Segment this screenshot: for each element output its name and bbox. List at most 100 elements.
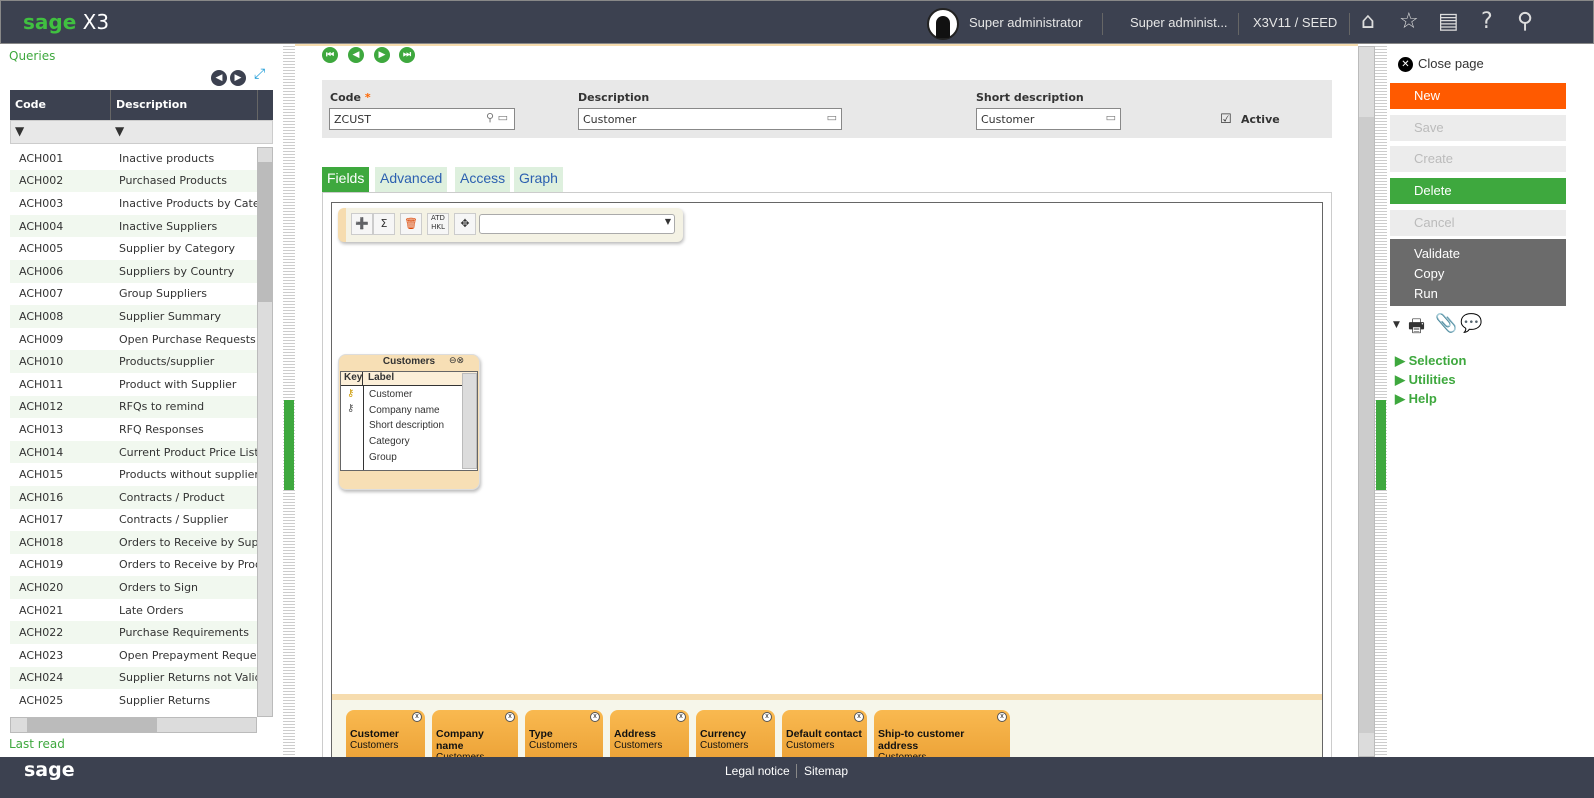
entity-field[interactable]: Short description [369, 420, 444, 436]
tab-graph[interactable]: Graph [514, 167, 563, 192]
table-row[interactable]: ACH013 RFQ Responses [10, 418, 257, 441]
entity-field[interactable]: Company name [369, 405, 444, 421]
next-page-icon[interactable]: ▶ [230, 70, 246, 86]
comment-icon[interactable]: 💬 [1460, 313, 1482, 334]
copy-button[interactable]: Copy [1414, 264, 1542, 284]
short-description-field[interactable]: Customer ▭ [976, 108, 1121, 130]
column-code[interactable]: Code [10, 90, 110, 120]
last-record-icon[interactable]: ⏭ [399, 47, 415, 63]
table-row[interactable]: ACH010 Products/supplier [10, 350, 257, 373]
table-row[interactable]: ACH011 Product with Supplier [10, 373, 257, 396]
entity-field[interactable]: Customer [369, 389, 444, 405]
table-row[interactable]: ACH016 Contracts / Product [10, 485, 257, 509]
help-section[interactable]: ▶ Help [1395, 391, 1437, 407]
collapse-left-handle[interactable] [284, 400, 294, 490]
table-row[interactable]: ACH025 Supplier Returns [10, 689, 257, 712]
field-chip[interactable]: x Type Customers [525, 710, 603, 757]
folder-selector[interactable]: X3V11 / SEED [1253, 15, 1337, 30]
table-row[interactable]: ACH001 Inactive products [10, 147, 257, 170]
star-icon[interactable]: ☆ [1399, 9, 1419, 34]
first-record-icon[interactable]: ⏮ [322, 47, 338, 63]
remove-icon[interactable]: x [854, 712, 864, 722]
help-icon[interactable]: ? [1481, 9, 1493, 34]
delete-button[interactable]: Delete [1390, 178, 1566, 204]
tab-access[interactable]: Access [455, 167, 511, 192]
table-row[interactable]: ACH019 Orders to Receive by Product [10, 554, 257, 577]
add-field-icon[interactable]: ➕ [351, 213, 373, 235]
description-field[interactable]: Customer ▭ [578, 108, 842, 130]
field-chip[interactable]: xCompany nameCustomers [432, 710, 518, 763]
preview-icon[interactable]: ATD HKL [427, 213, 449, 235]
table-row[interactable]: ACH009 Open Purchase Requests [10, 328, 257, 351]
entity-field[interactable]: Category [369, 436, 444, 452]
add-formula-icon[interactable]: Σ [373, 213, 395, 235]
filter-icon[interactable]: ▼ [15, 124, 24, 138]
home-icon[interactable]: ⌂ [1361, 9, 1375, 34]
search-icon[interactable]: ⚲ [1517, 9, 1533, 34]
delete-icon[interactable]: 🗑 [400, 213, 422, 235]
horizontal-scrollbar[interactable] [10, 717, 257, 733]
entity-scrollbar[interactable] [462, 373, 477, 469]
field-chip[interactable]: x Currency Customers [696, 710, 775, 757]
create-button[interactable]: Create [1390, 146, 1566, 172]
collapse-right-handle[interactable] [1376, 400, 1386, 490]
save-button[interactable]: Save [1390, 115, 1566, 141]
active-checkbox[interactable]: ☑ [1220, 112, 1232, 127]
main-scrollbar[interactable] [1358, 46, 1375, 757]
remove-icon[interactable]: x [412, 712, 422, 722]
code-field[interactable]: ZCUST ⚲ ▭ [329, 108, 515, 130]
remove-icon[interactable]: x [997, 712, 1007, 722]
table-row[interactable]: ACH012 RFQs to remind [10, 395, 257, 419]
table-row[interactable]: ACH005 Supplier by Category [10, 237, 257, 260]
table-row[interactable]: ACH017 Contracts / Supplier [10, 509, 257, 532]
remove-icon[interactable]: x [590, 712, 600, 722]
expand-icon[interactable]: ⤢ [254, 66, 265, 82]
table-row[interactable]: ACH003 Inactive Products by Category [10, 192, 257, 215]
new-button[interactable]: New [1390, 83, 1566, 109]
field-chip[interactable]: x Default contact Customers [782, 710, 867, 757]
role-selector[interactable]: Super administ... [1130, 15, 1228, 30]
tab-advanced[interactable]: Advanced [375, 167, 448, 192]
table-row[interactable]: ACH007 Group Suppliers [10, 283, 257, 306]
table-row[interactable]: ACH021 Late Orders [10, 599, 257, 622]
table-row[interactable]: ACH023 Open Prepayment Requests [10, 644, 257, 667]
legal-notice-link[interactable]: Legal notice [725, 764, 790, 778]
table-row[interactable]: ACH004 Inactive Suppliers [10, 214, 257, 238]
avatar-icon[interactable] [927, 8, 959, 40]
prev-page-icon[interactable]: ◀ [211, 70, 227, 86]
user-name[interactable]: Super administrator [969, 15, 1082, 30]
next-record-icon[interactable]: ▶ [374, 47, 390, 63]
selection-section[interactable]: ▶ Selection [1395, 353, 1466, 369]
table-row[interactable]: ACH022 Purchase Requirements [10, 621, 257, 645]
minimize-icon[interactable]: ⊖⊗ [449, 356, 464, 366]
table-row[interactable]: ACH015 Products without supplier [10, 463, 257, 486]
filter-icon[interactable]: ▼ [115, 124, 124, 138]
table-row[interactable]: ACH002 Purchased Products [10, 169, 257, 193]
close-page-icon[interactable]: ✕ [1398, 57, 1413, 72]
remove-icon[interactable]: x [505, 712, 515, 722]
print-icon[interactable]: 🖶 [1408, 314, 1425, 344]
field-chip[interactable]: x Address Customers [610, 710, 689, 757]
left-splitter[interactable] [283, 44, 295, 757]
attachment-icon[interactable]: 📎 [1435, 313, 1457, 334]
dropdown-icon[interactable]: ▼ [1393, 320, 1400, 330]
table-row[interactable]: ACH014 Current Product Price List [10, 440, 257, 464]
utilities-section[interactable]: ▶ Utilities [1395, 372, 1456, 388]
remove-icon[interactable]: x [762, 712, 772, 722]
field-chip[interactable]: xShip-to customer addressCustomers [874, 710, 1010, 763]
close-page-link[interactable]: Close page [1418, 56, 1484, 71]
table-row[interactable]: ACH024Supplier Returns not Validated [10, 666, 257, 690]
remove-icon[interactable]: x [676, 712, 686, 722]
sage-logo[interactable]: sage X3 [23, 10, 109, 34]
table-row[interactable]: ACH018Orders to Receive by Supplier [10, 531, 257, 554]
cancel-button[interactable]: Cancel [1390, 210, 1566, 236]
field-chip[interactable]: x Customer Customers [346, 710, 425, 757]
run-button[interactable]: Run [1414, 284, 1542, 304]
tab-fields[interactable]: Fields [322, 167, 370, 192]
column-description[interactable]: Description [110, 90, 257, 120]
sitemap-link[interactable]: Sitemap [804, 764, 848, 778]
table-select[interactable]: ▼ [479, 214, 675, 234]
validate-button[interactable]: Validate [1414, 244, 1542, 264]
right-splitter[interactable] [1375, 44, 1387, 757]
entity-field[interactable]: Group [369, 452, 444, 468]
